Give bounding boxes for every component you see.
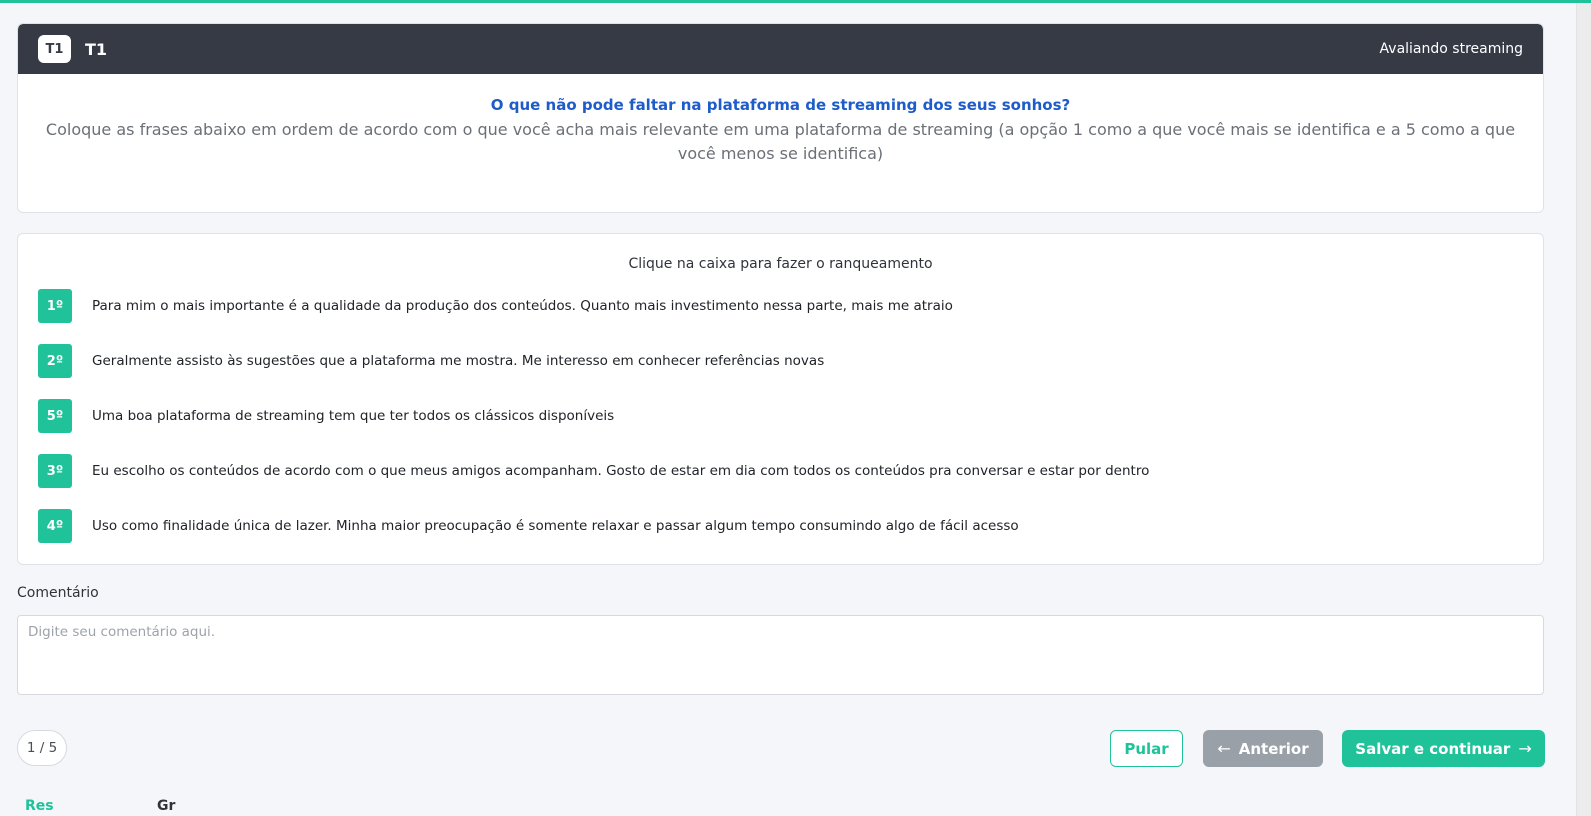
ranking-item[interactable]: 1º Para mim o mais importante é a qualid… [38,288,1523,324]
rank-box[interactable]: 1º [38,289,72,323]
top-accent-bar [0,0,1591,3]
ranking-item[interactable]: 4º Uso como finalidade única de lazer. M… [38,508,1523,544]
ranking-hint: Clique na caixa para fazer o ranqueament… [628,256,933,272]
survey-name: Avaliando streaming [1379,41,1523,57]
save-continue-button-label: Salvar e continuar [1355,739,1511,758]
ranking-item-text: Para mim o mais importante é a qualidade… [92,298,953,314]
question-title: O que não pode faltar na plataforma de s… [490,96,1071,114]
question-header: T1 T1 Avaliando streaming [18,24,1543,74]
tab-responses[interactable]: Res [25,798,54,814]
save-continue-button[interactable]: Salvar e continuar → [1342,730,1545,767]
tab-charts[interactable]: Gr [157,798,175,814]
rank-box[interactable]: 4º [38,509,72,543]
bottom-tabs: Res Gr [17,798,417,816]
ranking-item[interactable]: 2º Geralmente assisto às sugestões que a… [38,343,1523,379]
previous-button[interactable]: ← Anterior [1203,730,1323,767]
rank-box[interactable]: 3º [38,454,72,488]
question-code: T1 [85,39,108,59]
arrow-left-icon: ← [1217,739,1231,758]
comment-input[interactable] [17,615,1544,695]
question-body: O que não pode faltar na plataforma de s… [18,74,1543,166]
ranking-list: 1º Para mim o mais importante é a qualid… [38,288,1523,563]
page-indicator: 1 / 5 [17,730,67,766]
question-card: T1 T1 Avaliando streaming O que não pode… [17,23,1544,213]
ranking-item-text: Geralmente assisto às sugestões que a pl… [92,353,825,369]
skip-button[interactable]: Pular [1110,730,1183,767]
comment-label: Comentário [17,585,99,601]
ranking-item[interactable]: 5º Uma boa plataforma de streaming tem q… [38,398,1523,434]
skip-button-label: Pular [1124,739,1169,758]
rank-box[interactable]: 5º [38,399,72,433]
rank-box[interactable]: 2º [38,344,72,378]
previous-button-label: Anterior [1238,739,1309,758]
question-badge: T1 [38,35,71,63]
question-instructions: Coloque as frases abaixo em ordem de aco… [45,120,1516,163]
ranking-card: Clique na caixa para fazer o ranqueament… [17,233,1544,565]
ranking-item[interactable]: 3º Eu escolho os conteúdos de acordo com… [38,453,1523,489]
arrow-right-icon: → [1518,739,1532,758]
ranking-item-text: Uso como finalidade única de lazer. Minh… [92,518,1019,534]
ranking-item-text: Uma boa plataforma de streaming tem que … [92,408,615,424]
vertical-scrollbar[interactable] [1576,3,1591,816]
ranking-item-text: Eu escolho os conteúdos de acordo com o … [92,463,1150,479]
